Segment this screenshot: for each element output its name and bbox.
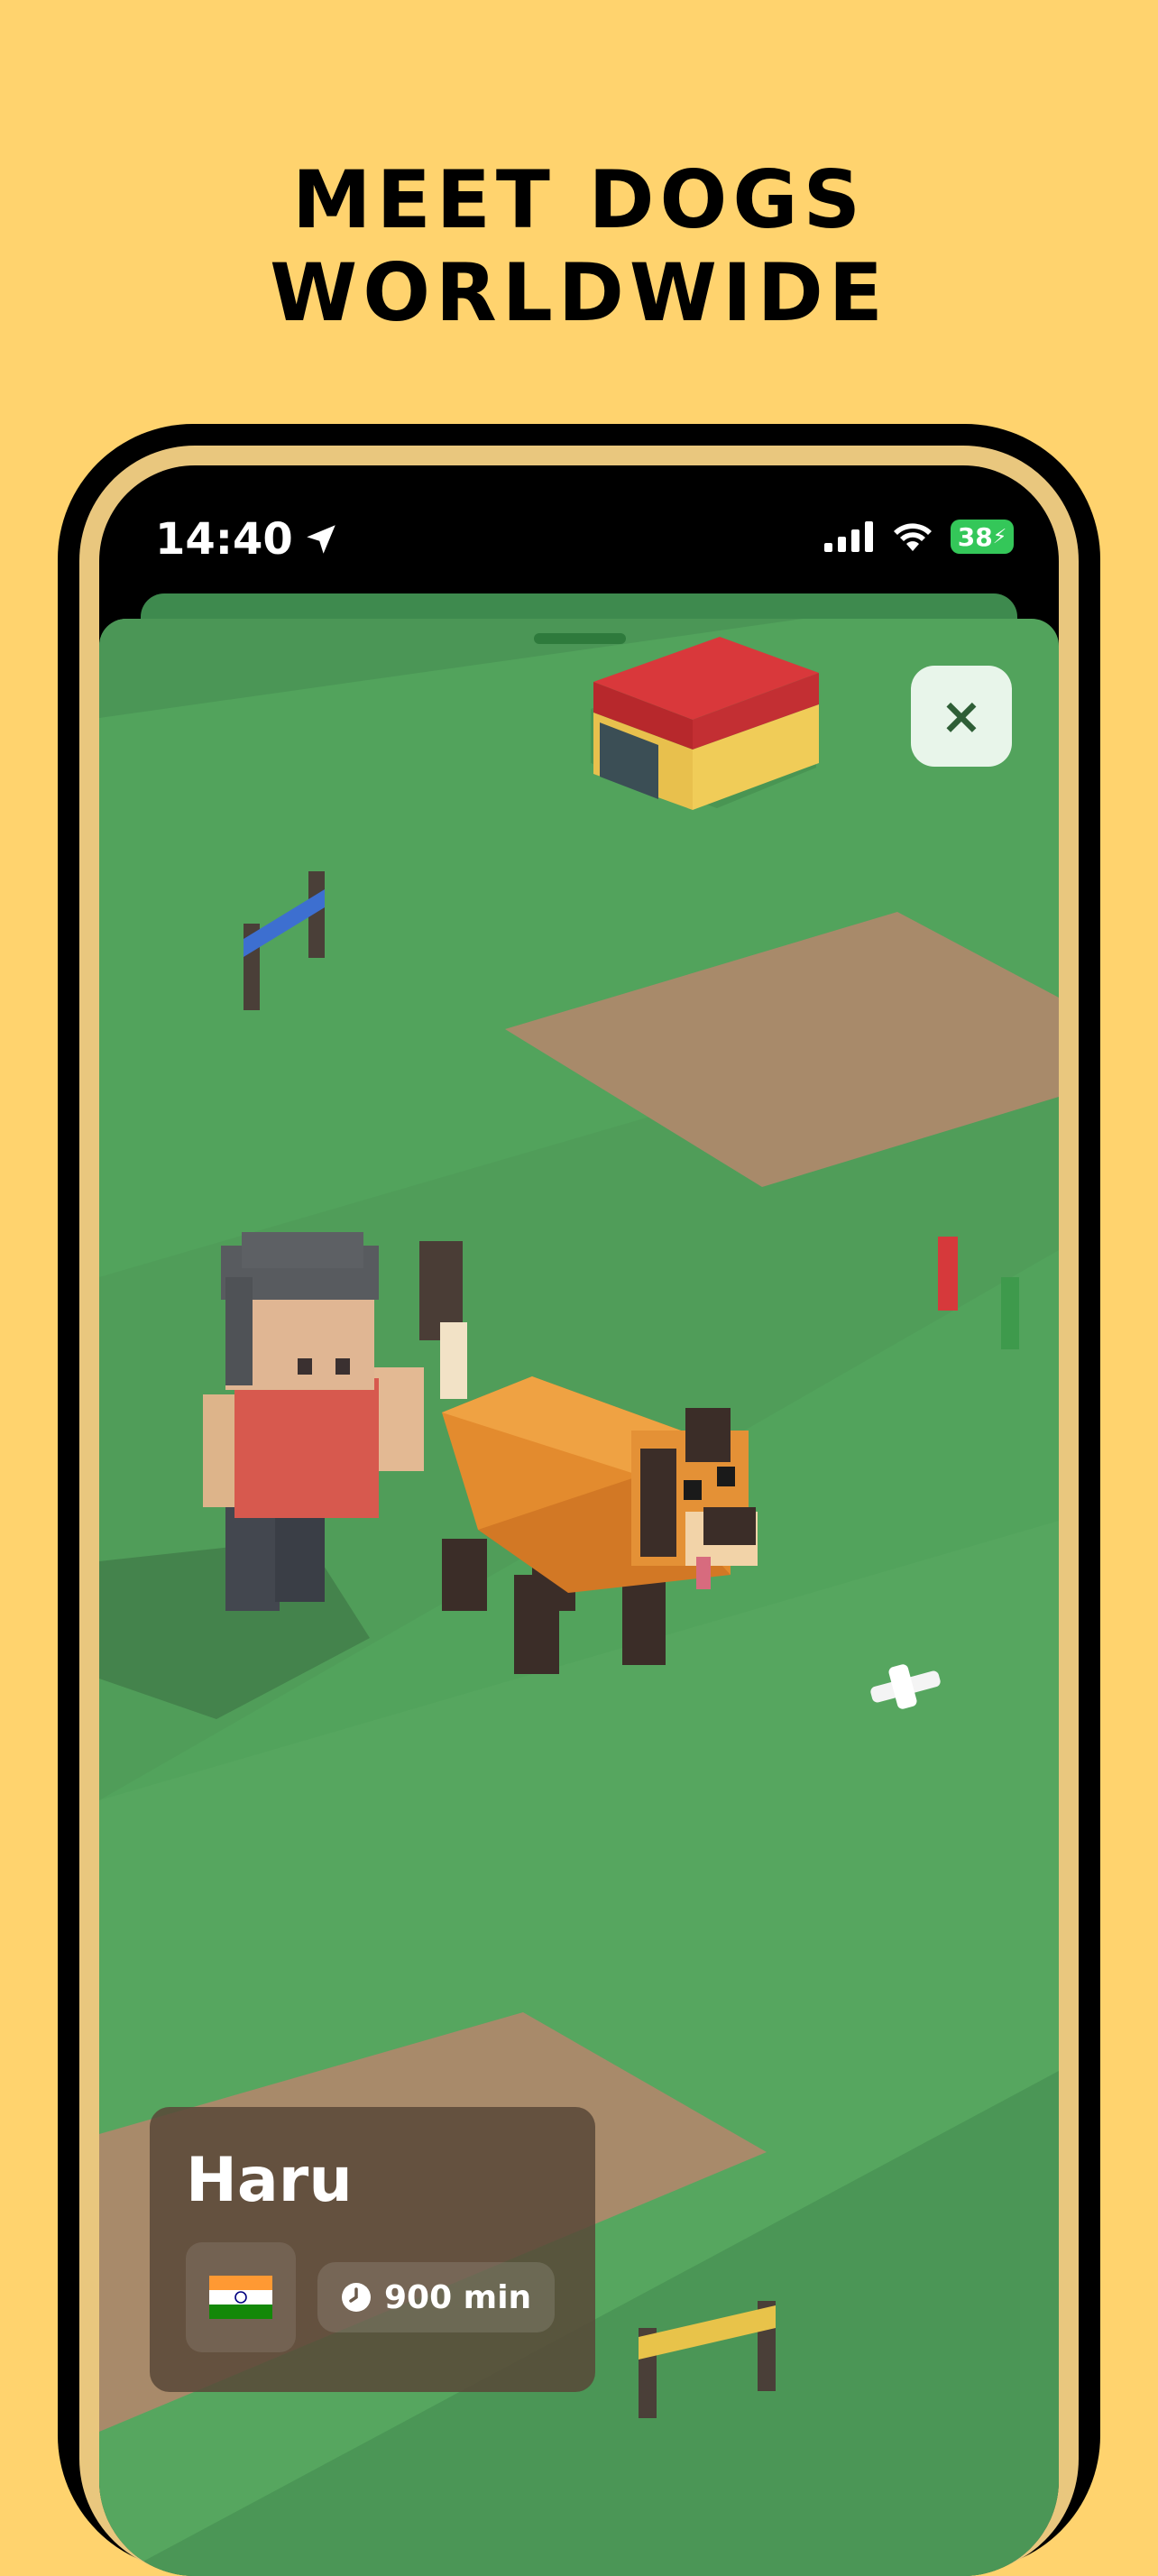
battery-level: 38 (957, 521, 993, 552)
walk-time-value: 900 min (384, 2278, 532, 2316)
game-view[interactable]: × Haru 900 min (99, 619, 1059, 2576)
red-stake (938, 1237, 958, 1311)
status-time-group: 14:40 (155, 514, 340, 565)
cellular-signal-icon (824, 521, 873, 552)
location-arrow-icon (307, 525, 335, 554)
sheet-grabber[interactable] (534, 633, 626, 644)
close-icon: × (940, 686, 983, 746)
status-time: 14:40 (155, 514, 293, 565)
dog-profile-card[interactable]: Haru 900 min (150, 2107, 595, 2392)
battery-indicator: 38 ⚡ (951, 520, 1014, 554)
walk-time-chip: 900 min (317, 2262, 556, 2332)
india-flag-icon (209, 2276, 272, 2319)
charging-bolt-icon: ⚡ (992, 525, 1007, 548)
country-flag-badge (186, 2242, 296, 2352)
headline: MEET DOGS WORLDWIDE (270, 153, 888, 339)
close-button[interactable]: × (911, 666, 1012, 767)
dog-name: Haru (186, 2145, 353, 2216)
clock-icon (342, 2283, 371, 2312)
wifi-icon (894, 523, 932, 551)
dog-house (591, 637, 819, 810)
phone-screen: 14:40 38 ⚡ × Haru 900 min (99, 465, 1059, 2576)
status-indicators: 38 ⚡ (824, 520, 1014, 554)
green-stake (1001, 1277, 1019, 1349)
blue-hurdle (244, 871, 325, 1010)
